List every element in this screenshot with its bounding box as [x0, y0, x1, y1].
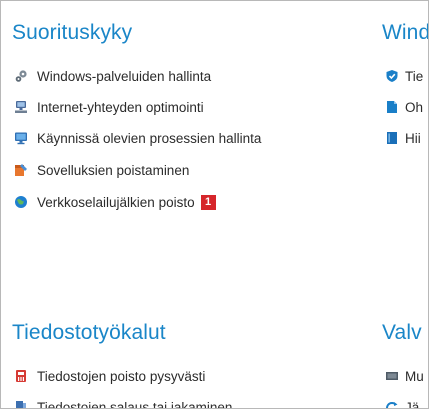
menu-item-right-bottom-2[interactable]: Jä [385, 397, 420, 409]
section-title-performance: Suorituskyky [12, 21, 133, 44]
menu-item-running-processes[interactable]: Käynnissä olevien prosessien hallinta [14, 128, 261, 148]
menu-item-permanent-delete[interactable]: Tiedostojen poisto pysyvästi [14, 366, 205, 386]
menu-item-right-bottom-1[interactable]: Mu [385, 366, 424, 386]
menu-item-label: Tie [405, 68, 424, 84]
menu-item-label: Sovelluksien poistaminen [37, 162, 190, 178]
menu-item-right-3[interactable]: Hii [385, 128, 421, 148]
menu-item-browsing-traces-removal[interactable]: Verkkoselailujälkien poisto 1 [14, 192, 216, 212]
network-computer-icon [14, 100, 28, 114]
menu-item-label: Jä [405, 399, 420, 409]
shield-icon [385, 69, 399, 83]
menu-item-label: Käynnissä olevien prosessien hallinta [37, 130, 262, 146]
menu-item-uninstall-apps[interactable]: Sovelluksien poistaminen [14, 160, 189, 180]
menu-item-label: Verkkoselailujälkien poisto [37, 194, 195, 210]
menu-item-label: Tiedostojen salaus tai jakaminen [37, 399, 233, 409]
menu-item-label: Hii [405, 130, 421, 146]
section-title-monitoring: Valv [382, 321, 422, 344]
menu-item-right-2[interactable]: Oh [385, 97, 423, 117]
section-title-windows: Wind [382, 21, 429, 44]
menu-item-label: Mu [405, 368, 424, 384]
menu-item-internet-optimization[interactable]: Internet-yhteyden optimointi [14, 97, 204, 117]
menu-item-label: Tiedostojen poisto pysyvästi [37, 368, 206, 384]
globe-icon [14, 195, 28, 209]
shredder-icon [14, 369, 28, 383]
menu-item-label: Windows-palveluiden hallinta [37, 68, 212, 84]
uninstall-box-icon [14, 163, 28, 177]
menu-item-label: Internet-yhteyden optimointi [37, 99, 204, 115]
file-split-icon [14, 400, 28, 408]
monitor-icon [14, 131, 28, 145]
tools-panel: Suorituskyky Windows-palveluiden hallint… [0, 0, 429, 409]
refresh-icon [385, 400, 399, 408]
book-icon [385, 131, 399, 145]
callout-badge: 1 [200, 194, 216, 210]
menu-item-label: Oh [405, 99, 424, 115]
menu-item-right-1[interactable]: Tie [385, 66, 423, 86]
gears-icon [14, 69, 28, 83]
menu-item-windows-services[interactable]: Windows-palveluiden hallinta [14, 66, 211, 86]
document-icon [385, 100, 399, 114]
section-title-file-tools: Tiedostotyökalut [12, 321, 166, 344]
memory-chip-icon [385, 369, 399, 383]
menu-item-encrypt-share[interactable]: Tiedostojen salaus tai jakaminen [14, 397, 233, 409]
